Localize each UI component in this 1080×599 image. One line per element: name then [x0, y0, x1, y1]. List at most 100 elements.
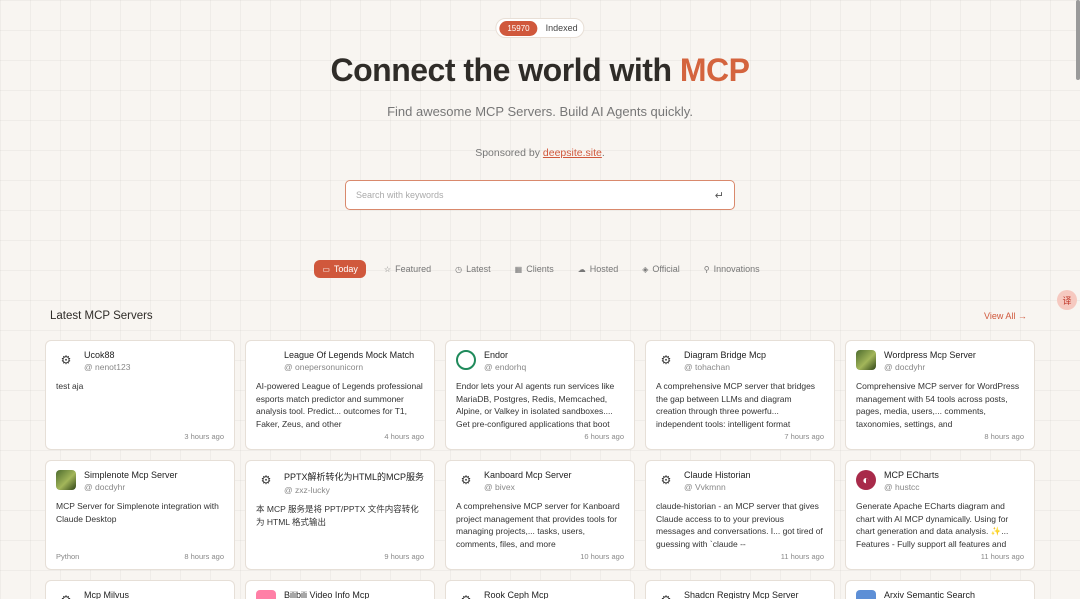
server-author[interactable]: @ tohachan [684, 362, 766, 372]
card-meta: 8 hours ago [856, 432, 1024, 441]
tab-official[interactable]: ◈ Official [636, 260, 686, 278]
server-description: AI-powered League of Legends professiona… [256, 381, 423, 430]
translate-widget-icon[interactable]: 译 [1057, 290, 1077, 310]
card-names: Simplenote Mcp Server @ docdyhr [84, 470, 178, 492]
card-header: ⚙ Shadcn Registry Mcp Server [656, 590, 824, 599]
server-card[interactable]: League Of Legends Mock Match @ onepersonu… [245, 340, 435, 450]
server-name[interactable]: Diagram Bridge Mcp [684, 350, 766, 360]
server-author[interactable]: @ hustcc [884, 482, 939, 492]
server-avatar [56, 470, 76, 490]
server-description: claude-historian - an MCP server that gi… [656, 501, 823, 550]
scrollbar[interactable] [1076, 0, 1080, 80]
language-tag: Python [56, 552, 80, 561]
card-names: League Of Legends Mock Match @ onepersonu… [284, 350, 414, 372]
server-avatar: ⚙ [60, 353, 72, 367]
sponsor-prefix: Sponsored by [475, 147, 543, 159]
server-avatar: ⚙ [660, 353, 672, 367]
hero-title-accent: MCP [679, 52, 750, 88]
server-card[interactable]: ⚙ Kanboard Mcp Server @ bivex A comprehensi… [445, 460, 635, 570]
timestamp: 3 hours ago [184, 432, 224, 441]
card-names: MCP ECharts @ hustcc [884, 470, 939, 492]
sponsor-line: Sponsored by deepsite.site. [0, 147, 1080, 159]
server-description: test aja [56, 381, 84, 391]
server-avatar [856, 350, 876, 370]
card-header: Bilibili Video Info Mcp [256, 590, 424, 599]
search-box[interactable]: ↵ [345, 180, 735, 210]
server-name[interactable]: Arxiv Semantic Search [884, 590, 975, 599]
server-card[interactable]: ⚙ PPTX解析转化为HTML的MCP服务 @ zxz-lucky 本 MCP 服务是… [245, 460, 435, 570]
server-name[interactable]: League Of Legends Mock Match [284, 350, 414, 360]
card-meta: 11 hours ago [856, 552, 1024, 561]
card-header: ⚙ Kanboard Mcp Server @ bivex [456, 470, 624, 492]
view-all-link[interactable]: View All → [984, 311, 1027, 321]
server-author[interactable]: @ Vvkmnn [684, 482, 751, 492]
server-avatar: ⚙ [56, 590, 76, 599]
tab-hosted[interactable]: ☁ Hosted [572, 260, 625, 278]
timestamp: 10 hours ago [580, 552, 624, 561]
server-name[interactable]: Wordpress Mcp Server [884, 350, 976, 360]
server-author[interactable]: @ nenot123 [84, 362, 130, 372]
hero-title-prefix: Connect the world with [330, 52, 680, 88]
server-author[interactable]: @ endorhq [484, 362, 526, 372]
server-card[interactable]: Wordpress Mcp Server @ docdyhr Comprehensi… [845, 340, 1035, 450]
hero-title: Connect the world with MCP [0, 52, 1080, 89]
tab-today[interactable]: ▭ Today [314, 260, 366, 278]
server-card[interactable]: Arxiv Semantic Search [845, 580, 1035, 599]
card-header: ⚙ Ucok88 @ nenot123 [56, 350, 224, 372]
enter-icon[interactable]: ↵ [715, 189, 724, 202]
server-card[interactable]: ◐ MCP ECharts @ hustcc Generate Apache ECha… [845, 460, 1035, 570]
server-card[interactable]: ⚙ Diagram Bridge Mcp @ tohachan A comprehen… [645, 340, 835, 450]
server-card[interactable]: ⚙ Mcp Milvus [45, 580, 235, 599]
tab-innovations[interactable]: ⚲ Innovations [698, 260, 766, 278]
card-header: ⚙ PPTX解析转化为HTML的MCP服务 @ zxz-lucky [256, 470, 424, 495]
card-header: ⚙ Diagram Bridge Mcp @ tohachan [656, 350, 824, 372]
server-card[interactable]: Endor @ endorhq Endor lets your AI agents … [445, 340, 635, 450]
server-name[interactable]: Simplenote Mcp Server [84, 470, 178, 480]
calendar-icon: ▭ [322, 264, 330, 274]
server-name[interactable]: PPTX解析转化为HTML的MCP服务 [284, 470, 424, 483]
server-author[interactable]: @ bivex [484, 482, 572, 492]
filter-tabs: ▭ Today ☆ Featured ◷ Latest ▦ Clients ☁ Hosted ◈ Of… [0, 260, 1080, 278]
badge-icon: ◈ [642, 264, 649, 274]
server-card[interactable]: ⚙ Claude Historian @ Vvkmnn claude-historia… [645, 460, 835, 570]
server-name[interactable]: Shadcn Registry Mcp Server [684, 590, 799, 599]
card-meta: 11 hours ago [656, 552, 824, 561]
server-card[interactable]: Bilibili Video Info Mcp [245, 580, 435, 599]
search-input[interactable] [356, 190, 715, 200]
server-author[interactable]: @ onepersonunicorn [284, 362, 414, 372]
server-avatar: ⚙ [460, 473, 472, 487]
server-name[interactable]: Rook Ceph Mcp [484, 590, 549, 599]
card-names: Rook Ceph Mcp [484, 590, 549, 599]
indexed-label: Indexed [545, 23, 578, 33]
server-name[interactable]: Bilibili Video Info Mcp [284, 590, 369, 599]
cloud-icon: ☁ [577, 264, 586, 274]
server-author[interactable]: @ docdyhr [884, 362, 976, 372]
lightbulb-icon: ⚲ [703, 264, 710, 274]
server-name[interactable]: Mcp Milvus [84, 590, 129, 599]
tab-label: Latest [466, 264, 491, 274]
server-name[interactable]: MCP ECharts [884, 470, 939, 480]
grid-icon: ▦ [514, 264, 523, 274]
server-name[interactable]: Ucok88 [84, 350, 130, 360]
server-description: Comprehensive MCP server for WordPress m… [856, 381, 1020, 430]
tab-latest[interactable]: ◷ Latest [449, 260, 497, 278]
tab-featured[interactable]: ☆ Featured [378, 260, 437, 278]
sponsor-link[interactable]: deepsite.site [543, 147, 602, 159]
server-avatar [256, 350, 276, 370]
card-header: Wordpress Mcp Server @ docdyhr [856, 350, 1024, 372]
hero-subtitle: Find awesome MCP Servers. Build AI Agent… [387, 104, 693, 119]
server-author[interactable]: @ docdyhr [84, 482, 178, 492]
server-name[interactable]: Claude Historian [684, 470, 751, 480]
server-name[interactable]: Endor [484, 350, 526, 360]
server-author[interactable]: @ zxz-lucky [284, 485, 424, 495]
server-name[interactable]: Kanboard Mcp Server [484, 470, 572, 480]
server-card[interactable]: ⚙ Shadcn Registry Mcp Server [645, 580, 835, 599]
card-meta: Python 8 hours ago [56, 552, 224, 561]
server-card[interactable]: ⚙ Rook Ceph Mcp [445, 580, 635, 599]
server-avatar [256, 590, 276, 599]
timestamp: 4 hours ago [384, 432, 424, 441]
tab-clients[interactable]: ▦ Clients [509, 260, 560, 278]
card-meta: 9 hours ago [256, 552, 424, 561]
server-card[interactable]: ⚙ Ucok88 @ nenot123 test aja 3 hours ago [45, 340, 235, 450]
server-card[interactable]: Simplenote Mcp Server @ docdyhr MCP Server… [45, 460, 235, 570]
